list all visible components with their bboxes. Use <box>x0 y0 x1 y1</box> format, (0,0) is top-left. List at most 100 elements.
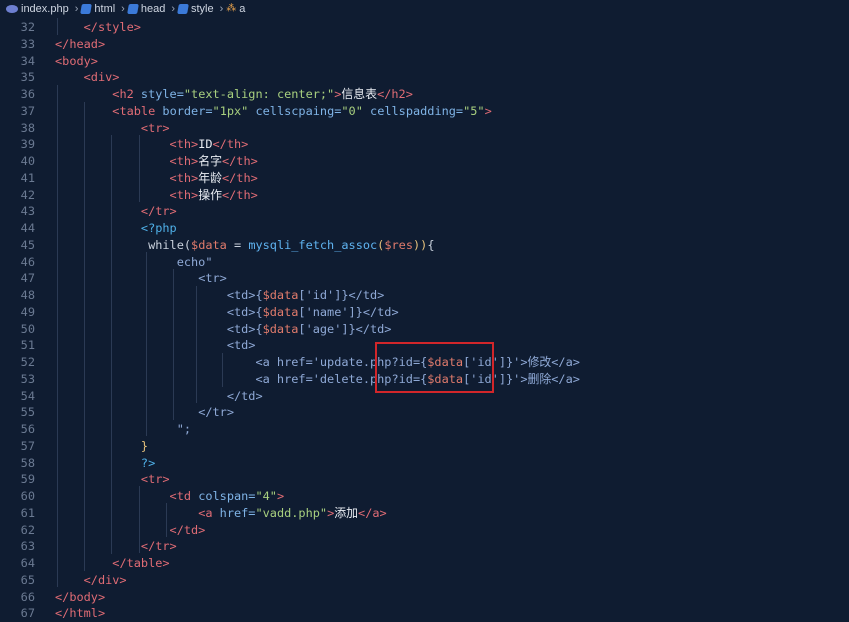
code-line[interactable]: 58 ?> <box>0 455 849 472</box>
line-number: 40 <box>20 154 35 168</box>
code-text: <div> <box>83 70 120 85</box>
code-text: "; <box>176 422 192 436</box>
code-text: <body> <box>55 53 98 68</box>
php-file-icon <box>6 5 18 13</box>
line-number: 43 <box>20 204 35 219</box>
code-line[interactable]: 65 </div> <box>0 572 849 589</box>
code-text: </td> <box>169 522 206 537</box>
code-text: <th>年龄</th> <box>169 170 258 185</box>
code-text: </tr> <box>140 539 177 554</box>
line-number: 36 <box>20 87 35 101</box>
line-number: 62 <box>20 522 35 537</box>
code-text: </html> <box>55 606 106 621</box>
chevron-right-icon: › <box>121 3 125 15</box>
code-text: </head> <box>55 36 106 51</box>
breadcrumb-label: style <box>191 3 214 15</box>
element-icon <box>177 4 189 14</box>
code-line[interactable]: 45 while($data = mysqli_fetch_assoc($res… <box>0 237 849 254</box>
code-line[interactable]: 40 <th>名字</th> <box>0 153 849 170</box>
line-number: 34 <box>20 53 35 68</box>
code-text: </td> <box>226 388 263 403</box>
breadcrumb-item-html[interactable]: html <box>80 3 116 15</box>
css-selector-icon: ⁂ <box>226 3 237 14</box>
code-line[interactable]: 43 </tr> <box>0 203 849 220</box>
code-text: </table> <box>112 556 170 570</box>
line-number: 66 <box>20 589 35 604</box>
line-number: 44 <box>20 221 35 235</box>
code-line[interactable]: 66 </body> <box>0 589 849 606</box>
code-line[interactable]: 59 <tr> <box>0 471 849 488</box>
code-line[interactable]: 57 } <box>0 438 849 455</box>
code-line[interactable]: 36 <h2 style="text-align: center;">信息表</… <box>0 86 849 103</box>
code-editor[interactable]: 32 </style> 33 </head> 34 <body> 35 <div> 36 <… <box>0 18 849 620</box>
code-text: <td>{$data['name']}</td> <box>226 304 399 319</box>
code-text: <a href='update.php?id={$data['id']}'>修改… <box>255 355 580 369</box>
code-line[interactable]: 39 <th>ID</th> <box>0 136 849 153</box>
code-line[interactable]: 42 <th>操作</th> <box>0 187 849 204</box>
code-line[interactable]: 34 <body> <box>0 53 849 70</box>
line-number: 35 <box>20 70 35 85</box>
code-text: <th>操作</th> <box>169 187 258 202</box>
code-text: <tr> <box>140 120 170 135</box>
code-line[interactable]: 37 <table border="1px" cellscpaing="0" c… <box>0 103 849 120</box>
code-text: <td> <box>226 338 256 353</box>
code-line[interactable]: 35 <div> <box>0 69 849 86</box>
code-line[interactable]: 50 <td>{$data['age']}</td> <box>0 321 849 338</box>
line-number: 46 <box>20 254 35 269</box>
code-text: <h2 style="text-align: center;">信息表</h2> <box>112 87 413 101</box>
code-text: </tr> <box>198 405 234 420</box>
code-line[interactable]: 49 <td>{$data['name']}</td> <box>0 304 849 321</box>
line-number: 38 <box>20 120 35 135</box>
code-text: </tr> <box>140 204 177 219</box>
code-text: <a href="vadd.php">添加</a> <box>198 505 387 520</box>
code-text: </body> <box>55 589 106 604</box>
breadcrumb-label: head <box>140 3 166 15</box>
code-line[interactable]: 64 </table> <box>0 555 849 572</box>
code-text: echo" <box>176 254 213 269</box>
breadcrumb-label: html <box>94 3 116 15</box>
code-text: } <box>140 438 149 453</box>
code-line[interactable]: 38 <tr> <box>0 120 849 137</box>
line-number: 61 <box>20 505 35 520</box>
line-number: 41 <box>20 170 35 185</box>
line-number: 64 <box>20 556 35 570</box>
code-line[interactable]: 41 <th>年龄</th> <box>0 170 849 187</box>
code-line[interactable]: 32 </style> <box>0 19 849 36</box>
code-line[interactable]: 62 </td> <box>0 522 849 539</box>
code-line[interactable]: 44 <?php <box>0 220 849 237</box>
code-line[interactable]: 67 </html> <box>0 605 849 622</box>
code-line[interactable]: 60 <td colspan="4"> <box>0 488 849 505</box>
code-text: </div> <box>83 572 127 587</box>
line-number: 51 <box>20 338 35 353</box>
highlight-annotation-box <box>375 342 494 393</box>
code-text: <tr> <box>198 271 227 286</box>
code-line[interactable]: 46 echo" <box>0 254 849 271</box>
line-number: 56 <box>20 422 35 436</box>
code-line[interactable]: 47 <tr> <box>0 270 849 287</box>
code-text: <a href='delete.php?id={$data['id']}'>删除… <box>255 371 580 386</box>
breadcrumb: index.php › html › head › style › ⁂ a <box>0 0 849 18</box>
code-text: <?php <box>140 221 177 235</box>
line-number: 53 <box>20 371 35 386</box>
code-text: ?> <box>140 455 156 470</box>
code-text: <tr> <box>140 472 170 487</box>
code-line[interactable]: 55 </tr> <box>0 404 849 421</box>
code-line[interactable]: 56 "; <box>0 421 849 438</box>
line-number: 55 <box>20 405 35 420</box>
code-line[interactable]: 63 </tr> <box>0 538 849 555</box>
element-icon <box>126 4 139 14</box>
breadcrumb-label: a <box>239 3 246 15</box>
code-text: <td>{$data['id']}</td> <box>226 288 385 302</box>
line-number: 54 <box>20 388 35 403</box>
breadcrumb-item-head[interactable]: head <box>126 3 166 15</box>
code-line[interactable]: 61 <a href="vadd.php">添加</a> <box>0 505 849 522</box>
breadcrumb-item-style[interactable]: style <box>177 3 214 15</box>
code-line[interactable]: 48 <td>{$data['id']}</td> <box>0 287 849 304</box>
breadcrumb-label: index.php <box>21 3 69 15</box>
code-line[interactable]: 33 </head> <box>0 36 849 53</box>
code-text: <table border="1px" cellscpaing="0" cell… <box>112 103 492 118</box>
breadcrumb-item-file[interactable]: index.php <box>6 3 69 15</box>
line-number: 48 <box>20 288 35 302</box>
chevron-right-icon: › <box>219 3 224 15</box>
breadcrumb-item-a[interactable]: ⁂ a <box>226 3 245 15</box>
